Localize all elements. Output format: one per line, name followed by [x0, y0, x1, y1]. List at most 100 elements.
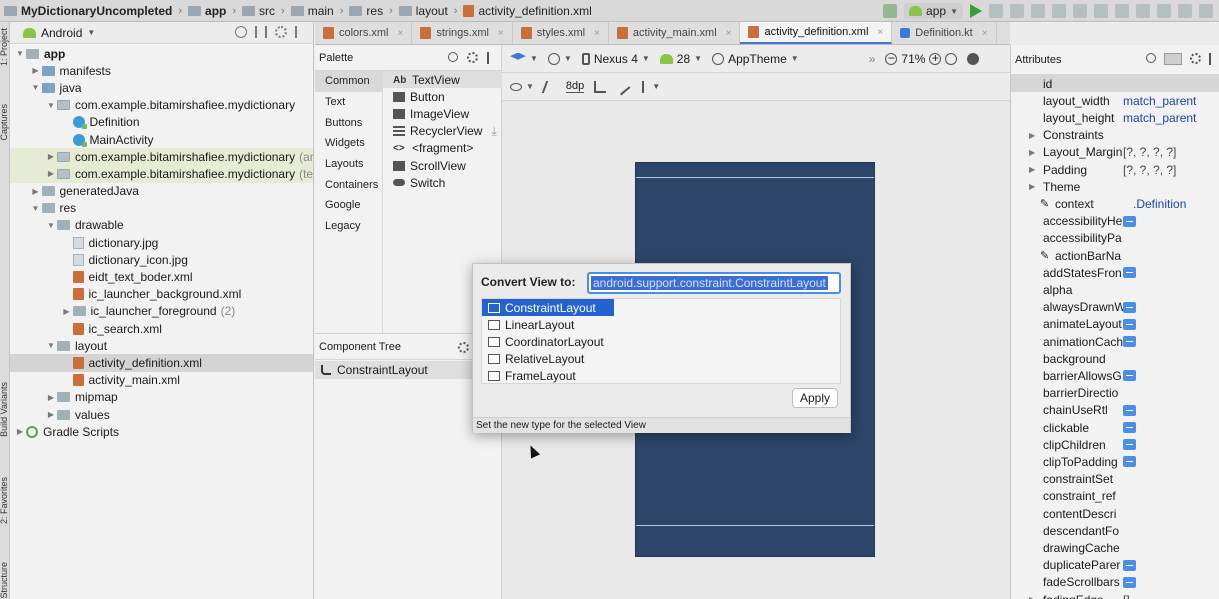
sync-icon[interactable]	[1094, 4, 1108, 18]
attribute-row[interactable]: ▶ Constraints	[1011, 127, 1219, 144]
palette-category[interactable]: Legacy	[315, 216, 382, 237]
palette-item[interactable]: Switch	[383, 174, 502, 191]
collapse-all-icon[interactable]	[255, 26, 267, 38]
attribute-value[interactable]: .Definition	[1133, 197, 1186, 211]
expanded-arrow-icon[interactable]: ▼	[45, 341, 57, 350]
tool-window-favorites[interactable]: 2: Favorites	[0, 477, 9, 524]
attribute-row[interactable]: constraintSet	[1011, 471, 1219, 488]
toggle-minus-icon[interactable]	[1123, 422, 1136, 434]
toggle-minus-icon[interactable]	[1123, 439, 1136, 451]
tree-item[interactable]: ▶ mipmap	[10, 389, 313, 406]
run-config-select[interactable]: app ▼	[904, 3, 963, 19]
toggle-minus-icon[interactable]	[1123, 301, 1136, 313]
guidelines-select[interactable]: ▼	[638, 80, 660, 93]
tree-item[interactable]: Definition	[10, 114, 313, 131]
tree-item[interactable]: ▶ ic_launcher_foreground (2)	[10, 303, 313, 320]
hide-panel-icon[interactable]	[487, 52, 495, 64]
zoom-in-icon[interactable]: +	[929, 52, 942, 65]
editor-tab[interactable]: activity_main.xml ×	[609, 22, 741, 44]
palette-category[interactable]: Common	[315, 71, 382, 92]
palette-category[interactable]: Text	[315, 92, 382, 113]
tool-window-project[interactable]: 1: Project	[0, 28, 9, 66]
toggle-minus-icon[interactable]	[1123, 318, 1136, 330]
palette-category[interactable]: Buttons	[315, 112, 382, 133]
search-icon[interactable]	[1146, 53, 1156, 63]
palette-item[interactable]: ScrollView	[383, 157, 502, 174]
tree-item[interactable]: ic_search.xml	[10, 320, 313, 337]
collapsed-arrow-icon[interactable]: ▶	[45, 393, 57, 402]
theme-select[interactable]: AppTheme ▼	[712, 52, 799, 66]
view-class-input[interactable]: android.support.constraint.ConstraintLay…	[587, 272, 841, 294]
tree-item[interactable]: ▶ generatedJava	[10, 183, 313, 200]
editor-tab[interactable]: Definition.kt ×	[892, 22, 997, 44]
attribute-row[interactable]: ▶ Theme	[1011, 178, 1219, 195]
infer-constraints-icon[interactable]	[613, 78, 631, 95]
attribute-value[interactable]: match_parent	[1123, 111, 1196, 125]
design-surface-select[interactable]: ▼	[510, 52, 538, 65]
tree-item[interactable]: dictionary.jpg	[10, 234, 313, 251]
toggle-minus-icon[interactable]	[1123, 336, 1136, 348]
tree-item[interactable]: ic_launcher_background.xml	[10, 286, 313, 303]
toggle-minus-icon[interactable]	[1123, 370, 1136, 382]
default-margin-select[interactable]: 8dp	[565, 80, 585, 93]
breadcrumb-res[interactable]: res	[345, 4, 387, 18]
tree-item[interactable]: dictionary_icon.jpg	[10, 251, 313, 268]
expanded-arrow-icon[interactable]: ▼	[30, 83, 42, 92]
tool-window-structure[interactable]: Structure	[0, 562, 9, 599]
expanded-arrow-icon[interactable]: ▼	[14, 49, 26, 58]
collapsed-arrow-icon[interactable]: ▶	[30, 66, 42, 75]
close-icon[interactable]: ×	[498, 28, 504, 39]
attribute-row[interactable]: fadeScrollbars	[1011, 574, 1219, 591]
hammer-icon[interactable]	[883, 4, 898, 18]
tree-item[interactable]: ▶ Gradle Scripts	[10, 423, 313, 440]
toggle-minus-icon[interactable]	[1123, 404, 1136, 416]
collapsed-arrow-icon[interactable]: ▶	[30, 187, 42, 196]
hide-panel-icon[interactable]	[1209, 53, 1215, 65]
editor-tab[interactable]: activity_definition.xml ×	[740, 22, 893, 44]
view-type-option[interactable]: CoordinatorLayout	[482, 333, 614, 350]
stop-icon[interactable]	[1073, 4, 1087, 18]
close-icon[interactable]: ×	[726, 28, 732, 39]
breadcrumb-main[interactable]: main	[287, 4, 338, 18]
attribute-row[interactable]: duplicateParer	[1011, 557, 1219, 574]
device-explorer-icon[interactable]	[1178, 4, 1192, 18]
attribute-row[interactable]: addStatesFron	[1011, 264, 1219, 281]
tree-item[interactable]: ▼ java	[10, 79, 313, 96]
toggle-minus-icon[interactable]	[1123, 559, 1136, 571]
collapsed-arrow-icon[interactable]: ▶	[45, 152, 57, 161]
device-select[interactable]: Nexus 4 ▼	[581, 52, 650, 66]
attribute-row[interactable]: barrierDirectio	[1011, 385, 1219, 402]
download-icon[interactable]: ⤓	[491, 124, 496, 139]
breadcrumb-project[interactable]: MyDictionaryUncompleted	[0, 4, 176, 18]
close-icon[interactable]: ×	[982, 28, 988, 39]
collapsed-arrow-icon[interactable]: ▶	[1029, 131, 1035, 140]
attribute-value[interactable]: match_parent	[1123, 94, 1196, 108]
breadcrumb-file[interactable]: activity_definition.xml	[459, 4, 595, 18]
swap-view-icon[interactable]	[1164, 53, 1182, 65]
collapsed-arrow-icon[interactable]: ▶	[14, 427, 26, 436]
zoom-fit-icon[interactable]	[945, 52, 958, 65]
toggle-minus-icon[interactable]	[1123, 456, 1136, 468]
api-level-select[interactable]: 28 ▼	[659, 52, 702, 66]
palette-category[interactable]: Google	[315, 195, 382, 216]
tree-item[interactable]: activity_main.xml	[10, 372, 313, 389]
palette-item[interactable]: RecyclerView ⤓	[383, 123, 502, 140]
attribute-row[interactable]: accessibilityPa	[1011, 230, 1219, 247]
hide-panel-icon[interactable]	[295, 26, 307, 38]
attribute-row[interactable]: accessibilityHe	[1011, 213, 1219, 230]
locate-icon[interactable]	[235, 26, 247, 38]
view-type-option[interactable]: LinearLayout	[482, 316, 614, 333]
collapsed-arrow-icon[interactable]: ▶	[1029, 165, 1035, 174]
editor-tab[interactable]: strings.xml ×	[412, 22, 513, 44]
attribute-row[interactable]: background	[1011, 350, 1219, 367]
attribute-value[interactable]: [?, ?, ?, ?]	[1123, 145, 1176, 159]
tree-item[interactable]: MainActivity	[10, 131, 313, 148]
orientation-select[interactable]: ▼	[547, 52, 572, 65]
overflow-icon[interactable]: »	[869, 52, 876, 66]
sdk-manager-icon[interactable]	[1136, 4, 1150, 18]
tree-item[interactable]: ▶ com.example.bitamirshafiee.mydictionary…	[10, 148, 313, 166]
breadcrumb-module[interactable]: app	[184, 4, 230, 18]
editor-tab[interactable]: colors.xml ×	[315, 22, 413, 44]
view-type-option[interactable]: RelativeLayout	[482, 351, 614, 368]
download-icon[interactable]	[1157, 4, 1171, 18]
